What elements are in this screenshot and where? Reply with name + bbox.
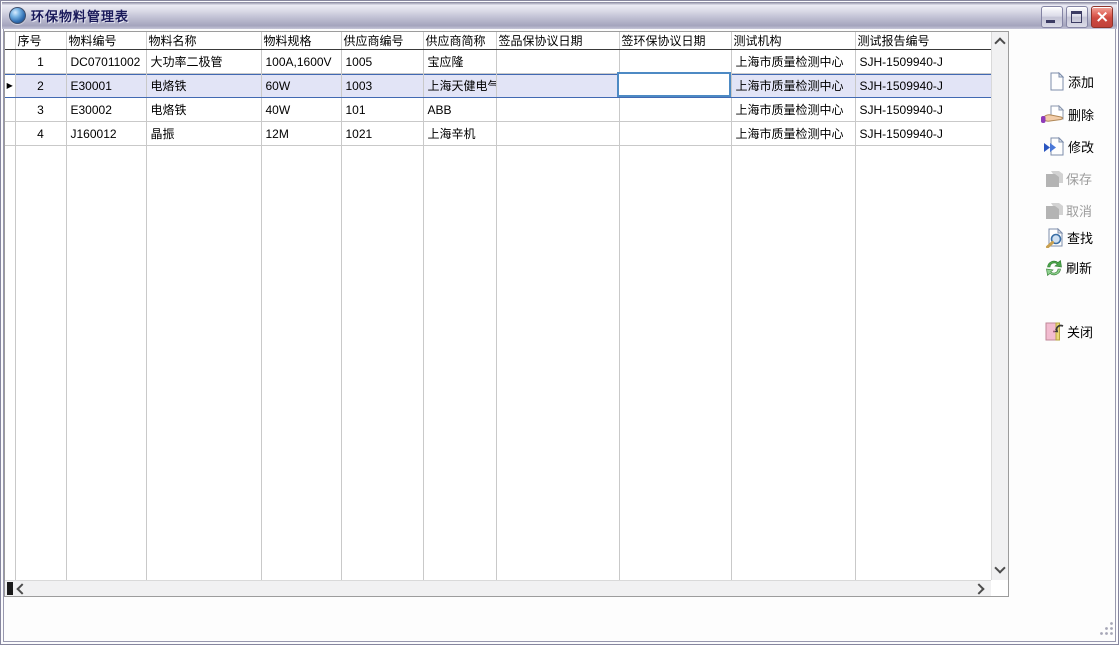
cell[interactable]: SJH-1509940-J	[855, 122, 991, 146]
cell[interactable]: 电烙铁	[146, 74, 261, 98]
refresh-icon	[1044, 258, 1064, 278]
cell[interactable]: 电烙铁	[146, 98, 261, 122]
cell[interactable]	[496, 74, 619, 98]
cancel-icon	[1043, 201, 1064, 220]
scroll-right-icon[interactable]	[973, 583, 984, 594]
column-header-material-name[interactable]: 物料名称	[146, 32, 261, 50]
cell[interactable]: 上海辛机	[423, 122, 496, 146]
cell[interactable]: SJH-1509940-J	[855, 98, 991, 122]
column-header-material-no[interactable]: 物料编号	[66, 32, 146, 50]
close-icon	[1097, 12, 1107, 22]
table-row-selected: ▶ 2 E30001 电烙铁 60W 1003 上海天健电气有 上海市质量检测中…	[5, 74, 991, 98]
row-indicator-cell[interactable]: ▶	[5, 74, 15, 98]
close-form-button[interactable]: 关闭	[1042, 321, 1114, 342]
cell[interactable]	[496, 50, 619, 74]
cell[interactable]: ABB	[423, 98, 496, 122]
cell[interactable]: 上海天健电气有	[423, 74, 496, 98]
cell[interactable]: 1005	[341, 50, 423, 74]
modify-button[interactable]: 修改	[1043, 136, 1115, 157]
find-magnifier-icon	[1044, 228, 1065, 248]
cell[interactable]: 上海市质量检测中心	[731, 122, 855, 146]
row-indicator-cell[interactable]	[5, 122, 15, 146]
scrollbar-corner	[991, 580, 1008, 596]
delete-button[interactable]: 删除	[1041, 104, 1113, 125]
column-header-supplier-no[interactable]: 供应商编号	[341, 32, 423, 50]
add-button[interactable]: 添加	[1047, 71, 1119, 92]
cell[interactable]: 1	[15, 50, 66, 74]
empty-grid-area	[5, 146, 991, 582]
table-row: 4 J160012 晶振 12M 1021 上海辛机 上海市质量检测中心 SJH…	[5, 122, 991, 146]
save-button: 保存	[1043, 168, 1115, 189]
save-icon	[1043, 169, 1064, 188]
scroll-up-icon[interactable]	[994, 37, 1005, 48]
material-grid: 序号 物料编号 物料名称 物料规格 供应商编号 供应商简称 签品保协议日期 签环…	[4, 31, 1009, 597]
table-row: 1 DC07011002 大功率二极管 100A,1600V 1005 宝应隆 …	[5, 50, 991, 74]
cell[interactable]: 1003	[341, 74, 423, 98]
horizontal-scrollbar[interactable]	[5, 580, 991, 596]
cell[interactable]: 12M	[261, 122, 341, 146]
cell[interactable]: E30001	[66, 74, 146, 98]
cell[interactable]: SJH-1509940-J	[855, 50, 991, 74]
column-header-env-date[interactable]: 签环保协议日期	[619, 32, 731, 50]
cell[interactable]	[619, 98, 731, 122]
table-row: 3 E30002 电烙铁 40W 101 ABB 上海市质量检测中心 SJH-1…	[5, 98, 991, 122]
cell[interactable]: 大功率二极管	[146, 50, 261, 74]
cell[interactable]	[496, 122, 619, 146]
cell[interactable]: 3	[15, 98, 66, 122]
indicator-column-header	[5, 32, 15, 50]
cancel-button: 取消	[1043, 200, 1115, 221]
cell[interactable]: E30002	[66, 98, 146, 122]
grid-header-row: 序号 物料编号 物料名称 物料规格 供应商编号 供应商简称 签品保协议日期 签环…	[5, 32, 991, 50]
cell[interactable]: 60W	[261, 74, 341, 98]
row-indicator-cell[interactable]	[5, 50, 15, 74]
column-header-spec[interactable]: 物料规格	[261, 32, 341, 50]
find-button[interactable]: 查找	[1044, 227, 1116, 248]
cell[interactable]: 上海市质量检测中心	[731, 50, 855, 74]
titlebar[interactable]: 环保物料管理表	[2, 2, 1117, 29]
cell[interactable]: 上海市质量检测中心	[731, 98, 855, 122]
globe-icon	[9, 7, 26, 24]
cell[interactable]: SJH-1509940-J	[855, 74, 991, 98]
column-header-supplier-name[interactable]: 供应商简称	[423, 32, 496, 50]
column-header-report-no[interactable]: 测试报告编号	[855, 32, 991, 50]
grid-table: 序号 物料编号 物料名称 物料规格 供应商编号 供应商简称 签品保协议日期 签环…	[5, 32, 992, 582]
cell[interactable]: 1021	[341, 122, 423, 146]
window-title: 环保物料管理表	[31, 6, 129, 25]
cell[interactable]	[619, 122, 731, 146]
maximize-button[interactable]	[1066, 6, 1088, 28]
cell[interactable]: DC07011002	[66, 50, 146, 74]
cell[interactable]: 宝应隆	[423, 50, 496, 74]
resize-grip-icon[interactable]	[1099, 621, 1114, 636]
vertical-scrollbar[interactable]	[991, 32, 1008, 580]
cell[interactable]	[496, 98, 619, 122]
close-button[interactable]	[1091, 6, 1113, 28]
refresh-button[interactable]: 刷新	[1044, 257, 1116, 278]
cell[interactable]: J160012	[66, 122, 146, 146]
minimize-icon	[1046, 20, 1055, 23]
scroll-down-icon[interactable]	[994, 562, 1005, 573]
column-header-seq[interactable]: 序号	[15, 32, 66, 50]
minimize-button[interactable]	[1041, 6, 1063, 28]
modify-arrow-icon	[1043, 137, 1066, 156]
cell[interactable]: 4	[15, 122, 66, 146]
close-door-icon	[1042, 321, 1065, 342]
cell[interactable]: 2	[15, 74, 66, 98]
hscrollbar-thumb[interactable]	[7, 582, 13, 595]
column-header-test-org[interactable]: 测试机构	[731, 32, 855, 50]
cell-editor-input[interactable]	[617, 72, 731, 97]
cell[interactable]: 40W	[261, 98, 341, 122]
column-header-qa-date[interactable]: 签品保协议日期	[496, 32, 619, 50]
cell[interactable]: 晶振	[146, 122, 261, 146]
cell[interactable]: 100A,1600V	[261, 50, 341, 74]
delete-hand-icon	[1041, 105, 1066, 124]
application-window: 环保物料管理表 序号 物料编号 物料名称 物料规格 供应商编号 供应商简称 签品…	[0, 0, 1119, 645]
row-indicator-cell[interactable]	[5, 98, 15, 122]
scroll-left-icon[interactable]	[16, 583, 27, 594]
cell[interactable]: 上海市质量检测中心	[731, 74, 855, 98]
maximize-icon	[1071, 11, 1082, 23]
add-document-icon	[1047, 72, 1066, 91]
selected-row-marker-icon: ▶	[5, 74, 15, 97]
cell[interactable]	[619, 50, 731, 74]
cell[interactable]: 101	[341, 98, 423, 122]
